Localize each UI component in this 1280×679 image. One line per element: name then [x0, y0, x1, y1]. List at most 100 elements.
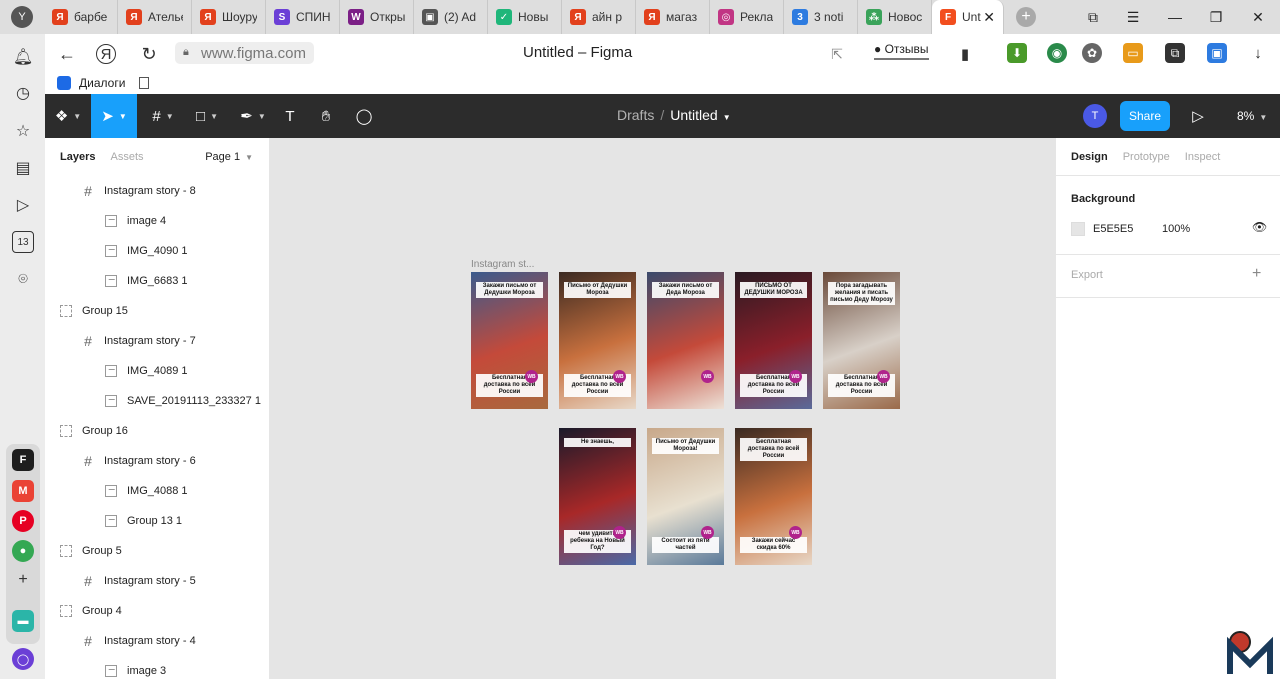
shape-tool-button[interactable]: □ ▼ — [185, 94, 229, 138]
menu-icon[interactable]: ☰ — [1113, 0, 1153, 34]
add-export-icon[interactable]: + — [1252, 265, 1261, 283]
pinterest-app-icon[interactable]: P — [12, 510, 34, 532]
story-thumbnail[interactable]: Пора загадывать желания и писать письмо … — [823, 272, 900, 409]
maps-app-icon[interactable]: ● — [12, 540, 34, 562]
add-app-icon[interactable]: + — [12, 569, 34, 591]
vpn-extension-icon[interactable]: ◉ — [1047, 43, 1067, 63]
tab-design[interactable]: Design — [1071, 151, 1108, 163]
collections-icon[interactable]: ▤ — [12, 157, 34, 179]
downloads-icon[interactable]: ↓ — [1248, 43, 1268, 63]
notifications-icon[interactable]: 🔔︎ — [12, 46, 34, 68]
url-field[interactable]: 🔒︎ www.figma.com — [175, 42, 315, 64]
layer-row[interactable]: IMG_4089 1 — [45, 356, 269, 386]
figma-menu-button[interactable]: ❖ ▼ — [45, 94, 91, 138]
reviews-button[interactable]: ● Отзывы — [874, 42, 929, 60]
close-window-button[interactable]: ✕ — [1238, 0, 1278, 34]
layer-row[interactable]: Instagram story - 8 — [45, 176, 269, 206]
gmail-app-icon[interactable]: M — [12, 480, 34, 502]
alice-app-icon[interactable]: ◯ — [12, 648, 34, 670]
tab-active[interactable]: F Unt ✕ — [932, 0, 1004, 34]
screenshot-icon[interactable]: ⌾ — [12, 269, 34, 291]
download-extension-icon[interactable]: ⬇ — [1007, 43, 1027, 63]
document-icon[interactable] — [139, 77, 150, 89]
tab-2[interactable]: Я Шоурум — [192, 0, 266, 34]
back-icon[interactable]: ← — [55, 42, 79, 66]
tab-assets[interactable]: Assets — [110, 151, 143, 163]
move-tool-button[interactable]: ➤ ▼ — [91, 94, 137, 138]
frame-tool-button[interactable]: # ▼ — [141, 94, 185, 138]
layer-row[interactable]: image 4 — [45, 206, 269, 236]
translate-extension-icon[interactable]: ▣ — [1207, 43, 1227, 63]
share-button[interactable]: Share — [1120, 101, 1170, 131]
layer-row[interactable]: IMG_6683 1 — [45, 266, 269, 296]
tab-7[interactable]: Яайн р — [562, 0, 636, 34]
tab-10[interactable]: 3 3 noti — [784, 0, 858, 34]
page-selector[interactable]: Page 1 ▼ — [205, 151, 253, 163]
layer-row[interactable]: Instagram story - 6 — [45, 446, 269, 476]
zoom-dropdown[interactable]: 8% ▼ — [1237, 109, 1267, 123]
canvas[interactable]: Instagram st... Закажи письмо от Дедушки… — [270, 138, 1055, 679]
background-opacity[interactable]: 100% — [1162, 223, 1190, 235]
chevron-down-icon[interactable]: ▼ — [723, 113, 731, 122]
bookmark-icon[interactable]: ▮ — [953, 42, 977, 66]
text-tool-button[interactable]: T — [277, 94, 303, 138]
layer-row[interactable]: Instagram story - 7 — [45, 326, 269, 356]
history-icon[interactable]: ◷ — [12, 82, 34, 104]
tab-3[interactable]: S СПИН — [266, 0, 340, 34]
tab-4[interactable]: W Откры — [340, 0, 414, 34]
restore-button[interactable]: ❐ — [1196, 0, 1236, 34]
open-external-icon[interactable]: ⇱ — [825, 42, 849, 66]
battery-extension-icon[interactable]: ▭ — [1123, 43, 1143, 63]
background-swatch[interactable] — [1071, 222, 1085, 236]
tab-0[interactable]: Ябарбе — [44, 0, 118, 34]
visibility-eye-icon[interactable]: 👁︎ — [1252, 220, 1267, 234]
layer-row[interactable]: image 3 — [45, 656, 269, 679]
tab-9[interactable]: ◎ Рекла — [710, 0, 784, 34]
story-thumbnail[interactable]: Закажи письмо от Дедушки Мороза Бесплатна… — [471, 272, 548, 409]
file-name[interactable]: Untitled — [670, 107, 717, 123]
avatar[interactable]: T — [1083, 104, 1107, 128]
story-thumbnail[interactable]: Бесплатная доставка по всей России Закажи… — [735, 428, 812, 565]
bookmark-dialogs[interactable]: Диалоги — [57, 76, 125, 90]
video-extension-icon[interactable]: ✿ — [1082, 43, 1102, 63]
story-thumbnail[interactable]: Письмо от Дедушки Мороза Бесплатная доста… — [559, 272, 636, 409]
messenger-app-icon[interactable]: ▬ — [12, 610, 34, 632]
pen-tool-button[interactable]: ✒ ▼ — [231, 94, 275, 138]
reload-icon[interactable]: ↻ — [137, 42, 161, 66]
bookmarks-star-icon[interactable]: ☆ — [12, 120, 34, 142]
breadcrumb-drafts[interactable]: Drafts — [617, 107, 654, 123]
close-tab-icon[interactable]: ✕ — [983, 9, 995, 26]
screenshot-extension-icon[interactable]: ⧉ — [1165, 43, 1185, 63]
layer-row[interactable]: SAVE_20191113_233327 1 — [45, 386, 269, 416]
layer-row[interactable]: Group 16 — [45, 416, 269, 446]
story-thumbnail[interactable]: ПИСЬМО ОТ ДЕДУШКИ МОРОЗА Бесплатная доста… — [735, 272, 812, 409]
layer-row[interactable]: IMG_4088 1 — [45, 476, 269, 506]
tab-8[interactable]: Ямагаз — [636, 0, 710, 34]
figma-app-icon[interactable]: F — [12, 449, 34, 471]
yandex-icon[interactable]: Я — [96, 44, 116, 64]
story-thumbnail[interactable]: Закажи письмо от Деда Мороза WB — [647, 272, 724, 409]
background-hex[interactable]: E5E5E5 — [1093, 223, 1133, 235]
minimize-button[interactable]: — — [1155, 0, 1195, 34]
tab-11[interactable]: ⁂ Новос — [858, 0, 932, 34]
tab-1[interactable]: Я Ателье — [118, 0, 192, 34]
layer-row[interactable]: Group 13 1 — [45, 506, 269, 536]
layer-row[interactable]: Group 4 — [45, 596, 269, 626]
layer-row[interactable]: Instagram story - 4 — [45, 626, 269, 656]
present-button[interactable]: ▷ — [1185, 94, 1211, 138]
layer-row[interactable]: Instagram story - 5 — [45, 566, 269, 596]
tab-6[interactable]: ✓ Новы — [488, 0, 562, 34]
layer-row[interactable]: Group 15 — [45, 296, 269, 326]
story-thumbnail[interactable]: Не знаешь, чем удивить ребенка на Новый Г… — [559, 428, 636, 565]
video-icon[interactable]: ▷ — [12, 194, 34, 216]
frame-label[interactable]: Instagram st... — [471, 259, 534, 270]
tab-5[interactable]: ▣ (2) Ad — [414, 0, 488, 34]
tab-layers[interactable]: Layers — [60, 151, 95, 163]
story-thumbnail[interactable]: Письмо от Дедушки Мороза! Состоит из пяти… — [647, 428, 724, 565]
calendar-icon[interactable]: 13 — [12, 231, 34, 253]
tab-inspect[interactable]: Inspect — [1185, 151, 1220, 163]
browser-logo[interactable]: Y — [0, 0, 44, 34]
layer-row[interactable]: IMG_4090 1 — [45, 236, 269, 266]
collections-icon[interactable]: ⧉ — [1073, 0, 1113, 34]
hand-tool-button[interactable]: ✋︎ — [313, 94, 339, 138]
